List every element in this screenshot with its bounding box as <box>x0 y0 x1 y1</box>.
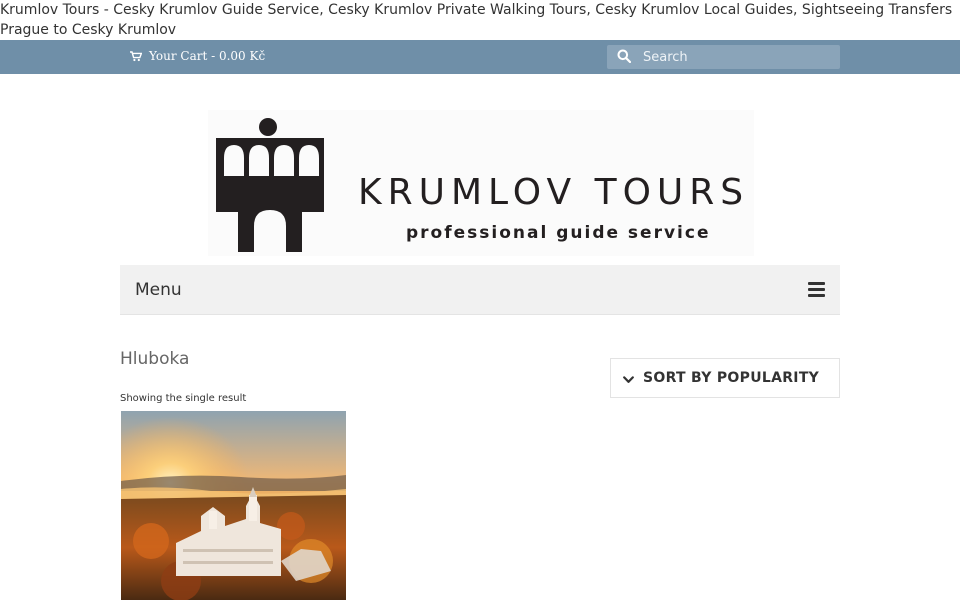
page-title: Hluboka <box>120 349 190 369</box>
search-box[interactable] <box>607 45 840 69</box>
cart-link[interactable]: Your Cart - 0.00 Kč <box>130 49 265 63</box>
site-logo[interactable]: KRUMLOV TOURS professional guide service <box>208 110 754 256</box>
chevron-down-icon <box>611 369 634 388</box>
menu-bar[interactable]: Menu <box>120 265 840 315</box>
logo-tagline: professional guide service <box>406 223 711 243</box>
logo-name: KRUMLOV TOURS <box>358 172 750 213</box>
sort-dropdown[interactable]: SORT BY POPULARITY <box>610 358 840 398</box>
cart-label: Your Cart - 0.00 Kč <box>149 49 266 63</box>
sort-label: SORT BY POPULARITY <box>643 370 820 386</box>
search-icon[interactable] <box>607 48 632 67</box>
site-title: Krumlov Tours - Cesky Krumlov Guide Serv… <box>0 2 953 38</box>
hamburger-icon[interactable] <box>808 282 825 297</box>
menu-label: Menu <box>135 279 182 300</box>
product-image[interactable] <box>121 411 346 600</box>
search-input[interactable] <box>641 48 835 66</box>
result-count: Showing the single result <box>120 393 247 404</box>
cart-icon <box>130 50 142 62</box>
castle-emblem-icon <box>216 118 324 252</box>
